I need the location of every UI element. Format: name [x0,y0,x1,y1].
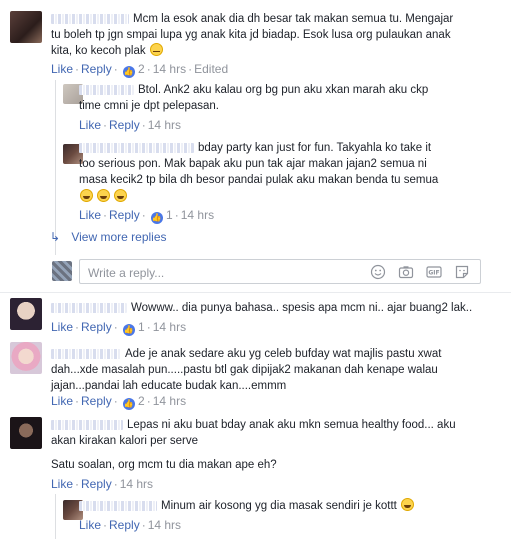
gif-icon[interactable]: GIF [426,264,442,280]
thumbs-up-icon[interactable]: 👍 [122,66,135,78]
like-link[interactable]: Like [51,394,73,408]
avatar [52,261,72,281]
emoji-row [79,189,128,205]
svg-text:GIF: GIF [428,270,439,277]
comment-text: tu boleh tp jgn smpai lupa yg anak kita … [51,29,451,41]
reply-arrow-icon: ↳ [50,230,61,244]
view-more-replies[interactable]: ↳ View more replies [50,230,167,244]
like-count[interactable]: 2 [138,62,145,76]
commenter-name[interactable] [51,13,129,24]
timestamp[interactable]: 14 hrs [148,118,181,132]
comment-text: Satu soalan, org mcm tu dia makan ape eh… [51,459,277,471]
expressionless-emoji-icon [149,43,163,56]
smiley-icon[interactable] [370,264,386,280]
comment-text: bday party kan just for fun. Takyahla ko… [79,140,431,156]
commenter-name[interactable] [79,142,194,153]
view-more-label[interactable]: View more replies [71,230,166,244]
thread-line [55,80,56,255]
timestamp[interactable]: 14 hrs [181,208,214,222]
like-count[interactable]: 2 [138,394,145,408]
like-link[interactable]: Like [79,118,101,132]
timestamp[interactable]: 14 hrs [120,477,153,491]
like-link[interactable]: Like [51,62,73,76]
comment-text: time cmni je dpt pelepasan. [79,100,219,112]
reply-box: GIF [79,259,481,284]
edited-label[interactable]: Edited [194,62,228,76]
comment-actions: Like · Reply · 14 hrs [79,518,182,532]
comment-text: akan kirakan kalori per serve [51,435,199,447]
like-count[interactable]: 1 [138,320,145,334]
reply-link[interactable]: Reply [109,208,140,222]
comment-text: Wowww.. dia punya bahasa.. spesis apa mc… [51,300,472,316]
comment-text: dah...xde masalah pun.....pastu btl gak … [51,364,438,376]
commenter-name[interactable] [79,84,134,95]
comment-actions: Like · Reply · 14 hrs [79,118,182,132]
reply-link[interactable]: Reply [81,62,112,76]
timestamp[interactable]: 14 hrs [153,394,186,408]
avatar[interactable] [10,11,42,43]
comment-actions: Like · Reply · 14 hrs [51,477,154,491]
comment-actions: Like · Reply · 👍 1 · 14 hrs [79,208,215,224]
commenter-name[interactable] [51,348,121,359]
like-link[interactable]: Like [51,477,73,491]
like-link[interactable]: Like [51,320,73,334]
thread-line [55,494,56,539]
comment-text: kita, ko kecoh plak [51,43,163,59]
comment-text: Btol. Ank2 aku kalau org bg pun aku xkan… [79,82,428,98]
comment-text: masa kecik2 tp bila dh besor pandai pula… [79,174,439,186]
thumbs-up-icon[interactable]: 👍 [150,212,163,224]
comment-text: too serious pon. Mak bapak aku pun tak a… [79,158,427,170]
comment-text: Minum air kosong yg dia masak sendiri je… [79,498,415,514]
timestamp[interactable]: 14 hrs [148,518,181,532]
reply-input[interactable] [88,266,348,280]
comment-actions: Like · Reply · 👍 2 · 14 hrs [51,394,187,410]
reply-link[interactable]: Reply [109,518,140,532]
reply-link[interactable]: Reply [81,394,112,408]
commenter-name[interactable] [51,419,123,430]
avatar[interactable] [10,342,42,374]
comment-actions: Like · Reply · 👍 1 · 14 hrs [51,320,187,336]
like-link[interactable]: Like [79,208,101,222]
avatar[interactable] [10,298,42,330]
camera-icon[interactable] [398,264,414,280]
reply-link[interactable]: Reply [81,477,112,491]
laughing-emoji-icon [114,189,128,202]
thumbs-up-icon[interactable]: 👍 [122,324,135,336]
laughing-emoji-icon [97,189,111,202]
comment-text: Mcm la esok anak dia dh besar tak makan … [51,11,453,27]
divider [0,292,511,293]
commenter-name[interactable] [51,302,127,313]
comment-text: Ade je anak sedare aku yg celeb bufday w… [51,346,441,362]
like-count[interactable]: 1 [166,208,173,222]
comment-text: jajan...pandai lah educate budak kan....… [51,380,287,392]
comment-text: Lepas ni aku buat bday anak aku mkn semu… [51,417,456,433]
reply-link[interactable]: Reply [81,320,112,334]
sticker-icon[interactable] [454,264,470,280]
comment-actions: Like · Reply · 👍 2 · 14 hrs · Edited [51,62,229,78]
timestamp[interactable]: 14 hrs [153,320,186,334]
laughing-emoji-icon [80,189,93,202]
timestamp[interactable]: 14 hrs [153,62,186,76]
laughing-emoji-icon [401,498,415,511]
thumbs-up-icon[interactable]: 👍 [122,398,135,410]
like-link[interactable]: Like [79,518,101,532]
reply-link[interactable]: Reply [109,118,140,132]
commenter-name[interactable] [79,500,157,511]
avatar[interactable] [10,417,42,449]
